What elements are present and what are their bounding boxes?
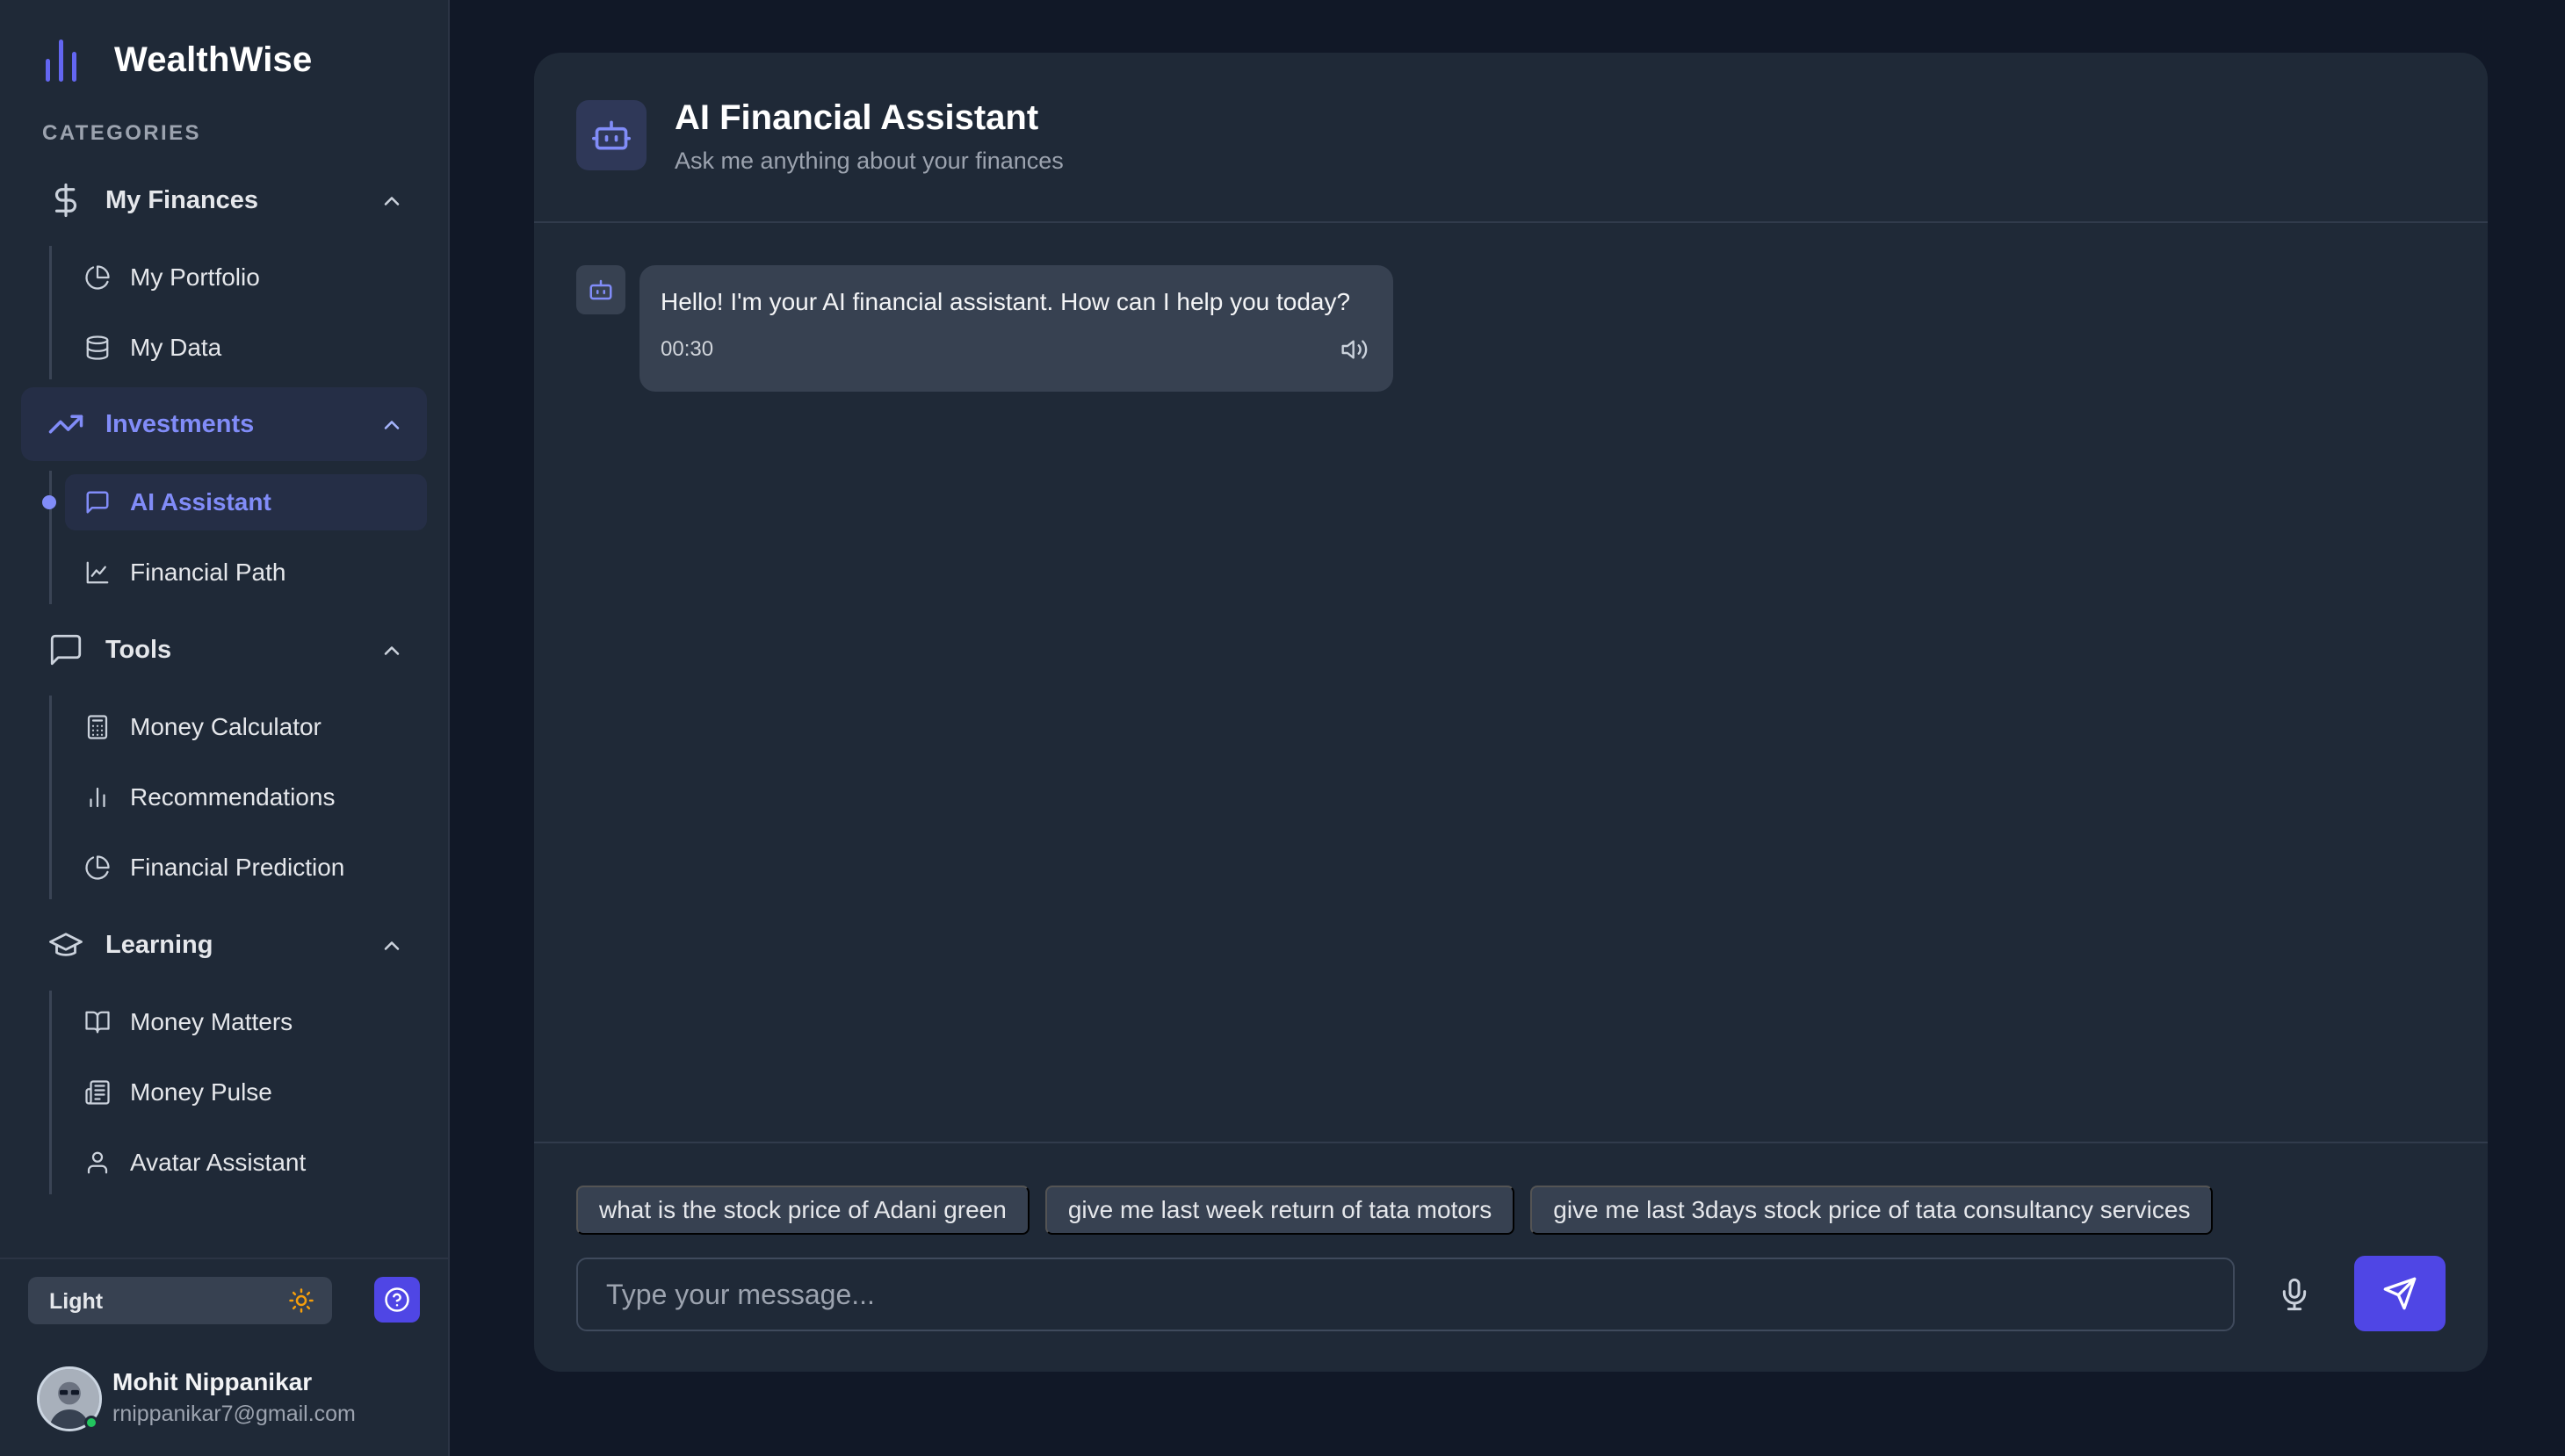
sidebar-item-label: Money Pulse — [130, 1078, 272, 1106]
sidebar-item-money-matters[interactable]: Money Matters — [65, 994, 427, 1050]
page-subtitle: Ask me anything about your finances — [675, 148, 1064, 174]
trending-up-icon — [48, 414, 83, 434]
newspaper-icon — [85, 1080, 110, 1105]
sidebar-item-avatar-assistant[interactable]: Avatar Assistant — [65, 1135, 427, 1191]
sidebar-item-label: Avatar Assistant — [130, 1149, 307, 1176]
categories-title: CATEGORIES — [42, 121, 201, 145]
page-title: AI Financial Assistant — [675, 98, 1039, 137]
bot-badge — [576, 100, 647, 170]
suggestion-chip[interactable]: what is the stock price of Adani green — [576, 1186, 1030, 1235]
message-input[interactable] — [576, 1258, 2235, 1331]
sidebar-item-label: Money Calculator — [130, 713, 322, 740]
tree-line — [49, 696, 52, 899]
chevron-up-icon[interactable] — [379, 189, 404, 213]
book-open-icon — [85, 1011, 110, 1034]
nav-group-investments[interactable]: Investments — [21, 387, 427, 461]
message-square-icon — [50, 634, 82, 666]
dollar-icon — [54, 183, 77, 218]
mic-icon[interactable] — [2277, 1277, 2312, 1312]
sidebar-item-label: Financial Prediction — [130, 854, 345, 881]
graduation-cap-icon — [49, 933, 83, 956]
line-chart-icon — [86, 561, 109, 584]
send-button[interactable] — [2354, 1256, 2446, 1331]
sidebar-item-money-pulse[interactable]: Money Pulse — [65, 1064, 427, 1121]
speaker-icon[interactable] — [1340, 335, 1369, 364]
sidebar-item-ai-assistant[interactable]: AI Assistant — [65, 474, 427, 530]
message-text: Hello! I'm your AI financial assistant. … — [661, 288, 1351, 315]
tree-line — [49, 471, 52, 604]
database-icon — [86, 335, 109, 360]
sidebar-item-label: AI Assistant — [130, 488, 271, 515]
bar-chart-icon — [90, 787, 105, 808]
nav-group-learning[interactable]: Learning — [21, 908, 427, 982]
sidebar-item-financial-prediction[interactable]: Financial Prediction — [65, 840, 427, 896]
chevron-up-icon[interactable] — [379, 638, 404, 663]
sidebar-item-my-portfolio[interactable]: My Portfolio — [65, 249, 427, 306]
pie-chart-icon — [85, 265, 110, 290]
bot-icon — [592, 120, 631, 150]
sidebar-footer: Light Mohit Nippanikar rnippanikar7@gmai… — [0, 1258, 448, 1456]
chat-panel: AI Financial Assistant Ask me anything a… — [534, 53, 2488, 1372]
chat-header: AI Financial Assistant Ask me anything a… — [534, 53, 2488, 223]
suggestion-chip[interactable]: give me last week return of tata motors — [1044, 1186, 1515, 1235]
chevron-up-icon[interactable] — [379, 413, 404, 437]
bar-chart-logo-icon — [46, 40, 76, 82]
suggestion-chips: what is the stock price of Adani green g… — [576, 1186, 2214, 1235]
sidebar: WealthWise CATEGORIES My Finances My Por… — [0, 0, 450, 1456]
sidebar-item-label: Recommendations — [130, 783, 336, 811]
bot-icon — [589, 279, 612, 300]
user-name: Mohit Nippanikar — [112, 1368, 313, 1395]
chevron-up-icon[interactable] — [379, 933, 404, 958]
message-timestamp: 00:30 — [661, 337, 714, 361]
pie-chart-icon — [85, 855, 110, 880]
nav-group-label: Investments — [105, 409, 255, 438]
tree-line — [49, 246, 52, 379]
assistant-avatar — [576, 265, 625, 314]
calculator-icon — [87, 715, 108, 739]
sidebar-item-label: Money Matters — [130, 1008, 293, 1035]
nav-group-label: My Finances — [105, 185, 259, 214]
chat-composer: what is the stock price of Adani green g… — [534, 1142, 2488, 1372]
help-button[interactable] — [374, 1277, 420, 1323]
user-icon — [87, 1151, 108, 1174]
nav-group-label: Learning — [105, 930, 213, 959]
active-indicator-dot — [42, 495, 56, 509]
sidebar-item-label: My Data — [130, 334, 222, 361]
brand[interactable]: WealthWise — [42, 35, 312, 84]
sun-icon — [289, 1288, 314, 1313]
tree-line — [49, 991, 52, 1194]
user-email: rnippanikar7@gmail.com — [112, 1402, 356, 1426]
theme-toggle[interactable]: Light — [28, 1277, 332, 1324]
theme-toggle-label: Light — [49, 1289, 104, 1314]
nav-group-tools[interactable]: Tools — [21, 613, 427, 687]
sidebar-item-label: My Portfolio — [130, 263, 260, 291]
send-icon — [2383, 1277, 2417, 1310]
message-bubble: Hello! I'm your AI financial assistant. … — [639, 265, 1393, 392]
sidebar-item-my-data[interactable]: My Data — [65, 320, 427, 376]
nav-group-my-finances[interactable]: My Finances — [21, 163, 427, 237]
nav-group-label: Tools — [105, 635, 172, 664]
sidebar-item-financial-path[interactable]: Financial Path — [65, 544, 427, 601]
sidebar-item-recommendations[interactable]: Recommendations — [65, 769, 427, 825]
brand-name: WealthWise — [114, 40, 313, 79]
online-status-dot — [84, 1416, 98, 1430]
suggestion-chip[interactable]: give me last 3days stock price of tata c… — [1530, 1186, 2214, 1235]
help-circle-icon — [385, 1287, 409, 1312]
sidebar-item-money-calculator[interactable]: Money Calculator — [65, 699, 427, 755]
sidebar-item-label: Financial Path — [130, 559, 286, 586]
message-square-icon — [86, 491, 109, 514]
